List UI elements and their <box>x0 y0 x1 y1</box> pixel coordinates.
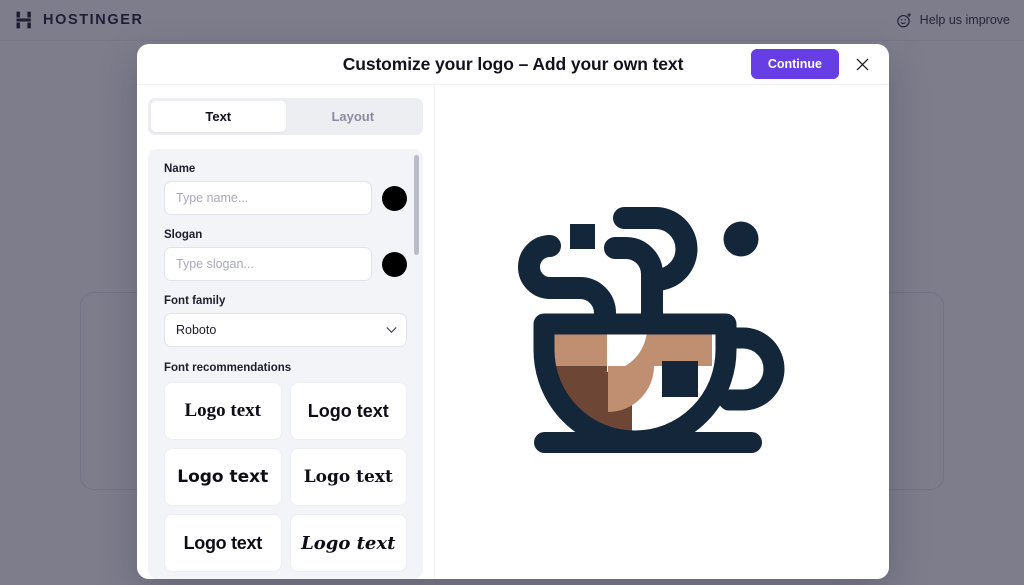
logo-saucer <box>534 432 762 453</box>
name-input[interactable] <box>164 181 372 215</box>
font-card[interactable]: Logo text <box>164 514 282 572</box>
modal-header-actions: Continue <box>750 49 873 79</box>
font-card[interactable]: Logo text <box>289 382 407 440</box>
panel-scrollbar-track[interactable] <box>414 155 419 573</box>
font-recommendations-label: Font recommendations <box>164 362 292 374</box>
font-family-select[interactable]: Roboto <box>164 313 407 347</box>
font-card[interactable]: Logo text <box>289 448 407 506</box>
font-family-selected-value: Roboto <box>176 323 217 337</box>
font-card[interactable]: Logo text <box>164 448 282 506</box>
font-card[interactable]: Logo text <box>289 514 407 572</box>
name-color-swatch[interactable] <box>382 185 407 211</box>
logo-preview-area <box>434 85 889 579</box>
modal-body: Text Layout Name Slogan Font family <box>137 85 889 579</box>
logo-square-accent <box>570 224 595 249</box>
name-field-row <box>164 181 407 215</box>
font-recommendations-grid: Logo text Logo text Logo text Logo text … <box>164 382 407 572</box>
slogan-input[interactable] <box>164 247 372 281</box>
tab-layout[interactable]: Layout <box>286 101 421 132</box>
close-button[interactable] <box>851 53 873 75</box>
controls-column: Text Layout Name Slogan Font family <box>137 85 434 579</box>
font-card[interactable]: Logo text <box>164 382 282 440</box>
panel-scrollbar-thumb[interactable] <box>414 155 419 255</box>
coffee-cup-logo <box>518 206 785 453</box>
modal-header: Customize your logo – Add your own text … <box>137 44 889 85</box>
font-family-label: Font family <box>164 295 226 307</box>
font-family-select-wrapper: Roboto <box>164 313 407 347</box>
slogan-field-row <box>164 247 407 281</box>
tab-text[interactable]: Text <box>151 101 286 132</box>
tab-bar: Text Layout <box>148 98 423 135</box>
close-x-icon <box>856 58 868 70</box>
continue-button[interactable]: Continue <box>750 49 839 79</box>
panel-scroll-content: Name Slogan Font family Roboto <box>148 149 423 579</box>
name-field-label: Name <box>164 163 196 175</box>
logo-dot-accent <box>723 221 759 257</box>
text-settings-panel: Name Slogan Font family Roboto <box>148 149 423 579</box>
slogan-field-label: Slogan <box>164 229 203 241</box>
slogan-color-swatch[interactable] <box>382 251 407 277</box>
customize-logo-modal: Customize your logo – Add your own text … <box>137 44 889 579</box>
